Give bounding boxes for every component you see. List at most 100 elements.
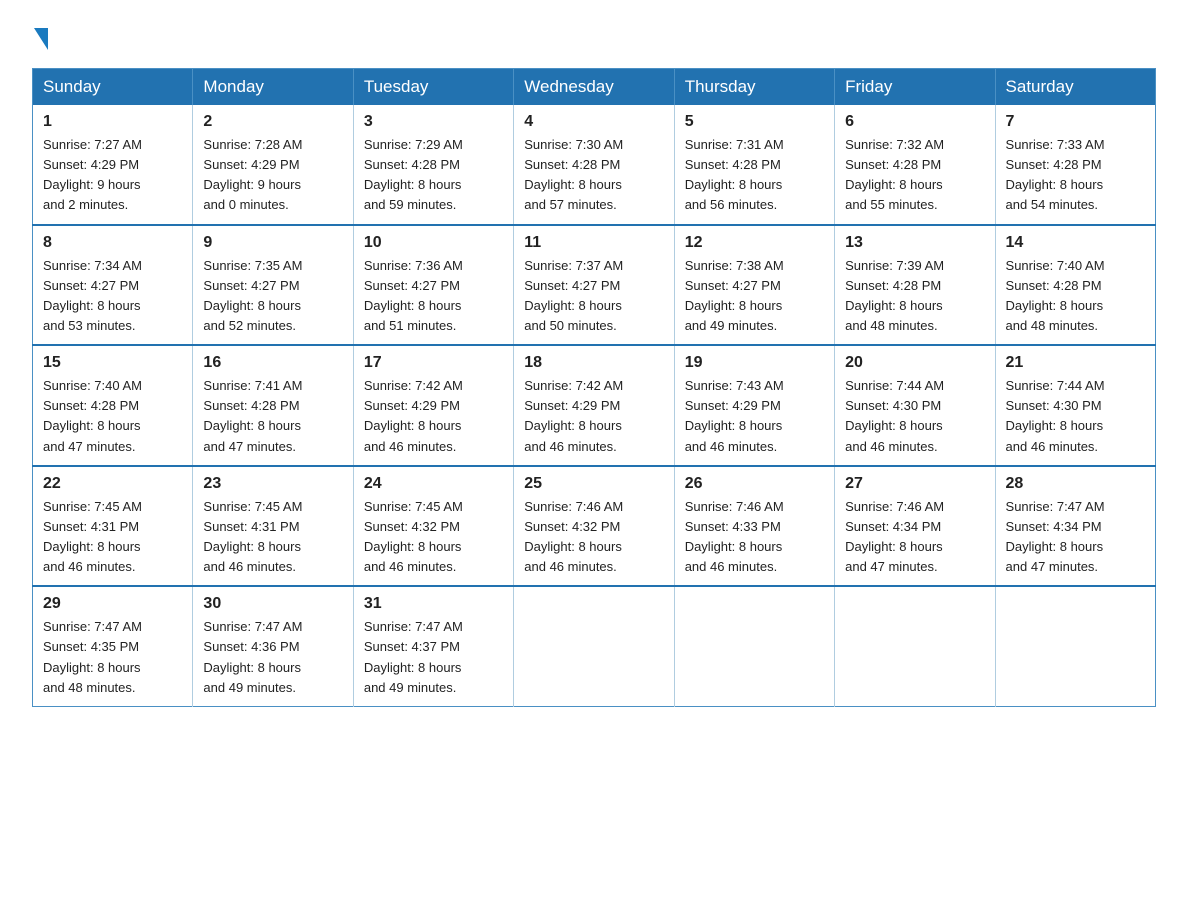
header-friday: Friday xyxy=(835,69,995,106)
day-info: Sunrise: 7:47 AMSunset: 4:35 PMDaylight:… xyxy=(43,617,182,698)
weekday-header-row: Sunday Monday Tuesday Wednesday Thursday… xyxy=(33,69,1156,106)
table-row: 11 Sunrise: 7:37 AMSunset: 4:27 PMDaylig… xyxy=(514,225,674,346)
day-number: 5 xyxy=(685,113,824,131)
table-row: 17 Sunrise: 7:42 AMSunset: 4:29 PMDaylig… xyxy=(353,345,513,466)
table-row: 28 Sunrise: 7:47 AMSunset: 4:34 PMDaylig… xyxy=(995,466,1155,587)
day-info: Sunrise: 7:46 AMSunset: 4:34 PMDaylight:… xyxy=(845,497,984,578)
table-row xyxy=(835,586,995,706)
table-row: 24 Sunrise: 7:45 AMSunset: 4:32 PMDaylig… xyxy=(353,466,513,587)
table-row: 8 Sunrise: 7:34 AMSunset: 4:27 PMDayligh… xyxy=(33,225,193,346)
day-number: 25 xyxy=(524,475,663,493)
table-row: 12 Sunrise: 7:38 AMSunset: 4:27 PMDaylig… xyxy=(674,225,834,346)
day-info: Sunrise: 7:35 AMSunset: 4:27 PMDaylight:… xyxy=(203,256,342,337)
logo xyxy=(32,24,50,50)
table-row: 21 Sunrise: 7:44 AMSunset: 4:30 PMDaylig… xyxy=(995,345,1155,466)
day-info: Sunrise: 7:32 AMSunset: 4:28 PMDaylight:… xyxy=(845,135,984,216)
table-row: 5 Sunrise: 7:31 AMSunset: 4:28 PMDayligh… xyxy=(674,105,834,225)
day-info: Sunrise: 7:45 AMSunset: 4:32 PMDaylight:… xyxy=(364,497,503,578)
day-number: 9 xyxy=(203,234,342,252)
table-row: 26 Sunrise: 7:46 AMSunset: 4:33 PMDaylig… xyxy=(674,466,834,587)
day-number: 14 xyxy=(1006,234,1145,252)
day-info: Sunrise: 7:36 AMSunset: 4:27 PMDaylight:… xyxy=(364,256,503,337)
table-row: 10 Sunrise: 7:36 AMSunset: 4:27 PMDaylig… xyxy=(353,225,513,346)
day-number: 20 xyxy=(845,354,984,372)
calendar-week-row: 15 Sunrise: 7:40 AMSunset: 4:28 PMDaylig… xyxy=(33,345,1156,466)
calendar-week-row: 22 Sunrise: 7:45 AMSunset: 4:31 PMDaylig… xyxy=(33,466,1156,587)
logo-arrow-icon xyxy=(34,28,48,50)
table-row: 30 Sunrise: 7:47 AMSunset: 4:36 PMDaylig… xyxy=(193,586,353,706)
calendar-week-row: 1 Sunrise: 7:27 AMSunset: 4:29 PMDayligh… xyxy=(33,105,1156,225)
day-number: 27 xyxy=(845,475,984,493)
header-sunday: Sunday xyxy=(33,69,193,106)
day-info: Sunrise: 7:44 AMSunset: 4:30 PMDaylight:… xyxy=(845,376,984,457)
day-info: Sunrise: 7:30 AMSunset: 4:28 PMDaylight:… xyxy=(524,135,663,216)
day-info: Sunrise: 7:45 AMSunset: 4:31 PMDaylight:… xyxy=(43,497,182,578)
day-info: Sunrise: 7:42 AMSunset: 4:29 PMDaylight:… xyxy=(524,376,663,457)
table-row: 2 Sunrise: 7:28 AMSunset: 4:29 PMDayligh… xyxy=(193,105,353,225)
table-row: 18 Sunrise: 7:42 AMSunset: 4:29 PMDaylig… xyxy=(514,345,674,466)
table-row: 3 Sunrise: 7:29 AMSunset: 4:28 PMDayligh… xyxy=(353,105,513,225)
table-row: 15 Sunrise: 7:40 AMSunset: 4:28 PMDaylig… xyxy=(33,345,193,466)
table-row: 4 Sunrise: 7:30 AMSunset: 4:28 PMDayligh… xyxy=(514,105,674,225)
day-info: Sunrise: 7:39 AMSunset: 4:28 PMDaylight:… xyxy=(845,256,984,337)
day-info: Sunrise: 7:34 AMSunset: 4:27 PMDaylight:… xyxy=(43,256,182,337)
table-row xyxy=(514,586,674,706)
calendar-week-row: 8 Sunrise: 7:34 AMSunset: 4:27 PMDayligh… xyxy=(33,225,1156,346)
day-number: 22 xyxy=(43,475,182,493)
day-number: 7 xyxy=(1006,113,1145,131)
table-row: 6 Sunrise: 7:32 AMSunset: 4:28 PMDayligh… xyxy=(835,105,995,225)
header-saturday: Saturday xyxy=(995,69,1155,106)
day-number: 2 xyxy=(203,113,342,131)
day-info: Sunrise: 7:31 AMSunset: 4:28 PMDaylight:… xyxy=(685,135,824,216)
day-number: 23 xyxy=(203,475,342,493)
day-number: 29 xyxy=(43,595,182,613)
day-number: 10 xyxy=(364,234,503,252)
day-number: 3 xyxy=(364,113,503,131)
day-number: 19 xyxy=(685,354,824,372)
table-row: 9 Sunrise: 7:35 AMSunset: 4:27 PMDayligh… xyxy=(193,225,353,346)
table-row xyxy=(995,586,1155,706)
day-info: Sunrise: 7:29 AMSunset: 4:28 PMDaylight:… xyxy=(364,135,503,216)
day-info: Sunrise: 7:33 AMSunset: 4:28 PMDaylight:… xyxy=(1006,135,1145,216)
day-number: 1 xyxy=(43,113,182,131)
day-number: 26 xyxy=(685,475,824,493)
table-row xyxy=(674,586,834,706)
calendar-week-row: 29 Sunrise: 7:47 AMSunset: 4:35 PMDaylig… xyxy=(33,586,1156,706)
day-info: Sunrise: 7:28 AMSunset: 4:29 PMDaylight:… xyxy=(203,135,342,216)
day-number: 24 xyxy=(364,475,503,493)
table-row: 31 Sunrise: 7:47 AMSunset: 4:37 PMDaylig… xyxy=(353,586,513,706)
day-info: Sunrise: 7:43 AMSunset: 4:29 PMDaylight:… xyxy=(685,376,824,457)
day-number: 13 xyxy=(845,234,984,252)
table-row: 16 Sunrise: 7:41 AMSunset: 4:28 PMDaylig… xyxy=(193,345,353,466)
header-thursday: Thursday xyxy=(674,69,834,106)
day-info: Sunrise: 7:38 AMSunset: 4:27 PMDaylight:… xyxy=(685,256,824,337)
day-number: 21 xyxy=(1006,354,1145,372)
table-row: 7 Sunrise: 7:33 AMSunset: 4:28 PMDayligh… xyxy=(995,105,1155,225)
day-number: 28 xyxy=(1006,475,1145,493)
day-info: Sunrise: 7:37 AMSunset: 4:27 PMDaylight:… xyxy=(524,256,663,337)
day-info: Sunrise: 7:40 AMSunset: 4:28 PMDaylight:… xyxy=(1006,256,1145,337)
table-row: 29 Sunrise: 7:47 AMSunset: 4:35 PMDaylig… xyxy=(33,586,193,706)
calendar-table: Sunday Monday Tuesday Wednesday Thursday… xyxy=(32,68,1156,707)
day-info: Sunrise: 7:46 AMSunset: 4:32 PMDaylight:… xyxy=(524,497,663,578)
day-number: 6 xyxy=(845,113,984,131)
day-number: 30 xyxy=(203,595,342,613)
day-number: 4 xyxy=(524,113,663,131)
page-header xyxy=(32,24,1156,50)
day-info: Sunrise: 7:47 AMSunset: 4:34 PMDaylight:… xyxy=(1006,497,1145,578)
table-row: 25 Sunrise: 7:46 AMSunset: 4:32 PMDaylig… xyxy=(514,466,674,587)
table-row: 13 Sunrise: 7:39 AMSunset: 4:28 PMDaylig… xyxy=(835,225,995,346)
day-number: 8 xyxy=(43,234,182,252)
day-number: 12 xyxy=(685,234,824,252)
day-info: Sunrise: 7:40 AMSunset: 4:28 PMDaylight:… xyxy=(43,376,182,457)
day-info: Sunrise: 7:47 AMSunset: 4:37 PMDaylight:… xyxy=(364,617,503,698)
header-wednesday: Wednesday xyxy=(514,69,674,106)
day-number: 15 xyxy=(43,354,182,372)
table-row: 1 Sunrise: 7:27 AMSunset: 4:29 PMDayligh… xyxy=(33,105,193,225)
table-row: 22 Sunrise: 7:45 AMSunset: 4:31 PMDaylig… xyxy=(33,466,193,587)
table-row: 19 Sunrise: 7:43 AMSunset: 4:29 PMDaylig… xyxy=(674,345,834,466)
day-number: 18 xyxy=(524,354,663,372)
header-monday: Monday xyxy=(193,69,353,106)
day-info: Sunrise: 7:41 AMSunset: 4:28 PMDaylight:… xyxy=(203,376,342,457)
day-info: Sunrise: 7:42 AMSunset: 4:29 PMDaylight:… xyxy=(364,376,503,457)
